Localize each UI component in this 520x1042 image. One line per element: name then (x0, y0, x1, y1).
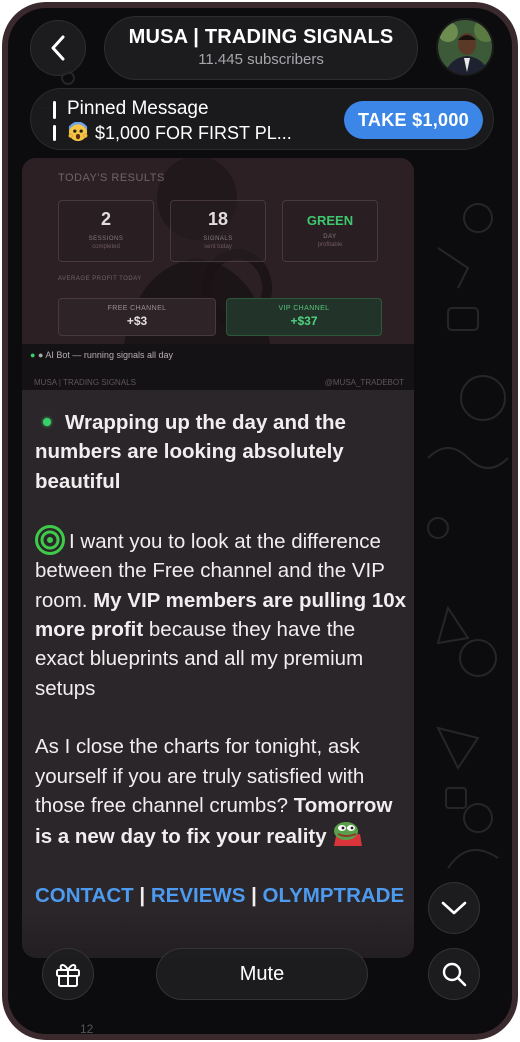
message-heading: Wrapping up the day and the numbers are … (35, 408, 407, 496)
pinned-message-bar[interactable]: Pinned Message $1,000 FOR FIRST PL... TA… (30, 88, 494, 150)
message-heading-text: Wrapping up the day and the numbers are … (35, 411, 346, 493)
image-footer: ● ● AI Bot — running signals all day MUS… (22, 344, 414, 390)
search-icon (442, 962, 467, 987)
stat-sub: profitable (317, 242, 343, 248)
message-paragraph-2: I want you to look at the difference bet… (35, 525, 407, 703)
reviews-link[interactable]: REVIEWS (151, 884, 246, 907)
reaction-count: 12 (80, 1022, 94, 1034)
contact-link[interactable]: CONTACT (35, 884, 134, 907)
green-dot-icon (43, 418, 51, 427)
stat-sub: completed (92, 244, 120, 250)
free-channel-value: +$3 (126, 314, 148, 328)
stat-label: SIGNALS (203, 236, 233, 242)
olymptrade-link[interactable]: OLYMPTRADE (263, 884, 405, 907)
vip-channel-label: VIP CHANNEL (278, 305, 330, 312)
chat-screen: MUSA | TRADING SIGNALS 11.445 subscriber… (8, 8, 512, 1034)
channel-title-pill[interactable]: MUSA | TRADING SIGNALS 11.445 subscriber… (104, 16, 418, 80)
take-offer-button[interactable]: TAKE $1,000 (343, 101, 483, 139)
stat-day: GREEN DAY profitable (282, 200, 378, 262)
pinned-text: $1,000 FOR FIRST PL... (95, 123, 292, 143)
image-footer-right: @MUSA_TRADEBOT (324, 378, 404, 387)
free-channel-card: FREE CHANNEL +$3 (58, 298, 216, 336)
stat-value: 18 (207, 209, 229, 229)
pinned-indicator-active (53, 101, 56, 119)
phone-frame: MUSA | TRADING SIGNALS 11.445 subscriber… (2, 2, 518, 1040)
pepe-emoji (334, 822, 363, 847)
back-button[interactable] (30, 20, 86, 76)
stat-sub: sent today (204, 244, 232, 250)
gift-icon (56, 964, 80, 987)
stat-label: DAY (323, 234, 337, 240)
stat-signals: 18 SIGNALS sent today (170, 200, 266, 262)
bot-status-line: ● ● AI Bot — running signals all day (30, 350, 173, 360)
target-icon (35, 525, 65, 556)
search-button[interactable] (428, 948, 480, 1000)
avg-profit-label: AVERAGE PROFIT TODAY (58, 276, 142, 282)
back-arrow-icon (51, 35, 65, 61)
vip-channel-card: VIP CHANNEL +$37 (226, 298, 382, 336)
link-separator: | (139, 883, 146, 907)
message-image[interactable]: TODAY'S RESULTS 2 SESSIONS completed 18 … (22, 158, 414, 390)
stat-value: GREEN (306, 213, 354, 228)
channel-name: MUSA | TRADING SIGNALS (128, 26, 394, 48)
message-text: Wrapping up the day and the numbers are … (35, 408, 407, 910)
scroll-down-button[interactable] (428, 882, 480, 934)
link-separator: | (251, 883, 257, 907)
message-paragraph-3: As I close the charts for tonight, ask y… (35, 732, 407, 851)
free-channel-label: FREE CHANNEL (107, 305, 167, 312)
vip-channel-value: +$37 (290, 314, 318, 328)
message-bubble[interactable]: TODAY'S RESULTS 2 SESSIONS completed 18 … (22, 158, 414, 958)
chevron-down-icon (441, 901, 467, 915)
pinned-preview: $1,000 FOR FIRST PL... (67, 122, 317, 144)
bot-status-text: AI Bot — running signals all day (45, 350, 173, 360)
stat-sessions: 2 SESSIONS completed (58, 200, 154, 262)
stat-label: SESSIONS (88, 236, 124, 242)
mute-button[interactable]: Mute (156, 948, 368, 1000)
channel-avatar[interactable] (436, 18, 494, 76)
pinned-indicator (53, 125, 56, 141)
shocked-face-emoji (68, 122, 88, 142)
stat-value: 2 (100, 209, 111, 229)
pinned-title: Pinned Message (67, 98, 209, 119)
gift-button[interactable] (42, 948, 94, 1000)
message-links: CONTACT | REVIEWS | OLYMPTRADE (35, 881, 407, 910)
image-footer-left: MUSA | TRADING SIGNALS (34, 378, 136, 387)
subscriber-count: 11.445 subscribers (198, 51, 324, 68)
results-title: TODAY'S RESULTS (58, 172, 165, 184)
